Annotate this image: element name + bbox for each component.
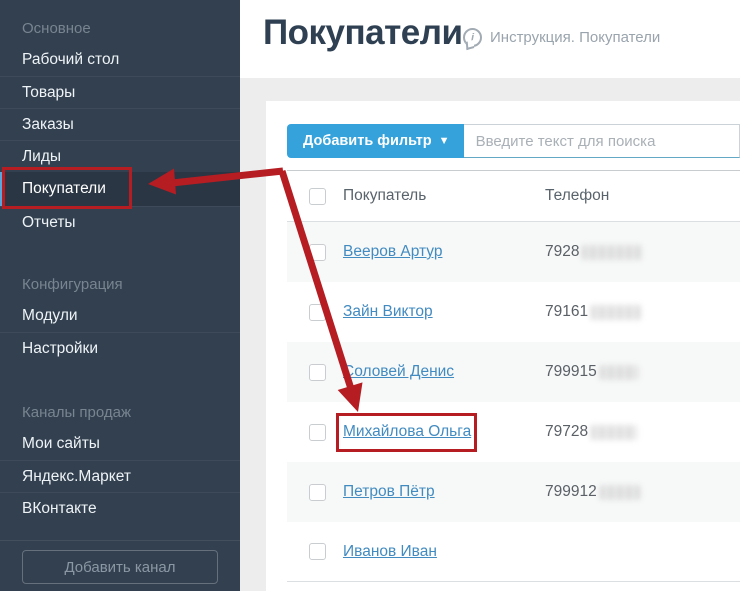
phone-cell: 7928 xyxy=(545,243,642,261)
phone-visible-digits: 7928 xyxy=(545,243,579,261)
sidebar-spacer xyxy=(0,238,240,270)
table-row: Вееров Артур 7928 xyxy=(287,222,740,282)
checkbox-cell xyxy=(287,484,343,501)
redacted-phone-blur xyxy=(600,365,638,380)
checkbox-cell xyxy=(287,543,343,560)
sidebar-item-settings[interactable]: Настройки xyxy=(0,332,240,364)
row-checkbox[interactable] xyxy=(309,304,326,321)
redacted-phone-blur xyxy=(591,305,641,320)
redacted-phone-blur xyxy=(582,245,642,260)
instruction-link[interactable]: i Инструкция. Покупатели xyxy=(463,28,660,47)
table-row: Михайлова Ольга 79728 xyxy=(287,402,740,462)
table-row: Соловей Денис 799915 xyxy=(287,342,740,402)
sidebar-spacer xyxy=(0,364,240,398)
customer-link[interactable]: Соловей Денис xyxy=(343,363,454,380)
sidebar-section-sales-channels: Каналы продаж xyxy=(0,398,240,428)
instruction-link-label: Инструкция. Покупатели xyxy=(490,29,660,46)
redacted-phone-blur xyxy=(600,485,640,500)
select-all-cell xyxy=(287,188,343,205)
customers-card: Добавить фильтр ▼ Покупатель Телефон Вее… xyxy=(266,101,740,591)
row-checkbox[interactable] xyxy=(309,484,326,501)
sidebar-item-customers[interactable]: Покупатели xyxy=(0,172,240,206)
customer-link[interactable]: Зайн Виктор xyxy=(343,303,433,320)
row-checkbox[interactable] xyxy=(309,543,326,560)
customer-link[interactable]: Вееров Артур xyxy=(343,243,442,260)
sidebar-item-orders[interactable]: Заказы xyxy=(0,108,240,140)
customer-name-cell: Соловей Денис xyxy=(343,363,545,381)
customer-link[interactable]: Иванов Иван xyxy=(343,543,437,560)
info-icon: i xyxy=(463,28,482,47)
sidebar-item-reports[interactable]: Отчеты xyxy=(0,206,240,238)
customer-link-mikhailova[interactable]: Михайлова Ольга xyxy=(343,423,471,440)
checkbox-cell xyxy=(287,244,343,261)
column-header-customer: Покупатель xyxy=(343,187,545,205)
sidebar-item-my-sites[interactable]: Мои сайты xyxy=(0,428,240,460)
page-header: Покупатели i Инструкция. Покупатели xyxy=(240,0,740,78)
add-channel-button[interactable]: Добавить канал xyxy=(22,550,218,584)
sidebar-item-modules[interactable]: Модули xyxy=(0,300,240,332)
checkbox-cell xyxy=(287,364,343,381)
search-input[interactable] xyxy=(464,124,740,158)
redacted-phone-blur xyxy=(591,425,637,440)
customer-name-cell: Михайлова Ольга xyxy=(343,423,545,441)
table-row: Иванов Иван xyxy=(287,522,740,582)
app-window: Основное Рабочий стол Товары Заказы Лиды… xyxy=(0,0,740,591)
table-header-row: Покупатель Телефон xyxy=(287,170,740,222)
add-filter-label: Добавить фильтр xyxy=(303,133,432,149)
table-row: Зайн Виктор 79161 xyxy=(287,282,740,342)
phone-cell: 799912 xyxy=(545,483,640,501)
row-checkbox[interactable] xyxy=(309,364,326,381)
customer-name-cell: Зайн Виктор xyxy=(343,303,545,321)
chevron-down-icon: ▼ xyxy=(439,136,450,147)
filter-bar: Добавить фильтр ▼ xyxy=(287,124,740,158)
phone-visible-digits: 79161 xyxy=(545,303,588,321)
column-header-phone: Телефон xyxy=(545,187,609,205)
sidebar-item-leads[interactable]: Лиды xyxy=(0,140,240,172)
phone-visible-digits: 799915 xyxy=(545,363,597,381)
table-row: Петров Пётр 799912 xyxy=(287,462,740,522)
phone-visible-digits: 799912 xyxy=(545,483,597,501)
sidebar-item-yandex-market[interactable]: Яндекс.Маркет xyxy=(0,460,240,492)
add-filter-button[interactable]: Добавить фильтр ▼ xyxy=(287,124,464,158)
customer-name-cell: Иванов Иван xyxy=(343,543,545,561)
sidebar-divider xyxy=(0,540,240,541)
row-checkbox[interactable] xyxy=(309,424,326,441)
sidebar-section-configuration: Конфигурация xyxy=(0,270,240,300)
phone-visible-digits: 79728 xyxy=(545,423,588,441)
page-title: Покупатели xyxy=(263,13,462,53)
row-checkbox[interactable] xyxy=(309,244,326,261)
phone-cell: 79161 xyxy=(545,303,641,321)
phone-cell: 79728 xyxy=(545,423,637,441)
sidebar-item-dashboard[interactable]: Рабочий стол xyxy=(0,44,240,76)
sidebar-section-main: Основное xyxy=(0,14,240,44)
customer-name-cell: Вееров Артур xyxy=(343,243,545,261)
sidebar: Основное Рабочий стол Товары Заказы Лиды… xyxy=(0,0,240,591)
checkbox-cell xyxy=(287,304,343,321)
phone-cell: 799915 xyxy=(545,363,638,381)
customers-table: Покупатель Телефон Вееров Артур 7928 Зай… xyxy=(287,170,740,582)
customer-link[interactable]: Петров Пётр xyxy=(343,483,435,500)
customer-name-cell: Петров Пётр xyxy=(343,483,545,501)
select-all-checkbox[interactable] xyxy=(309,188,326,205)
sidebar-item-products[interactable]: Товары xyxy=(0,76,240,108)
sidebar-item-vkontakte[interactable]: ВКонтакте xyxy=(0,492,240,524)
checkbox-cell xyxy=(287,424,343,441)
